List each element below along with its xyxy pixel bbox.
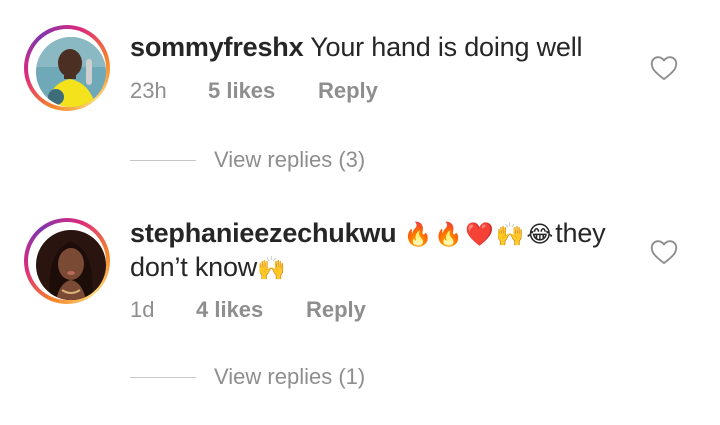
comment-emoji: 🔥🔥❤️🙌😂 — [403, 221, 556, 247]
divider-line — [130, 159, 196, 161]
comment-item: stephanieezechukwu 🔥🔥❤️🙌😂they don’t know… — [0, 205, 720, 425]
avatar-image — [36, 37, 106, 107]
view-replies-button[interactable]: View replies (1) — [130, 364, 365, 390]
reply-button[interactable]: Reply — [318, 78, 378, 104]
comment-meta: 23h 5 likes Reply — [130, 78, 378, 104]
comment-timestamp: 1d — [130, 297, 155, 322]
comment-likes[interactable]: 4 likes — [196, 297, 306, 323]
comment-text-line: sommyfreshx Your hand is doing well — [130, 31, 640, 64]
reply-button[interactable]: Reply — [306, 297, 366, 323]
comment-username[interactable]: stephanieezechukwu — [130, 218, 397, 248]
comment-timestamp: 23h — [130, 78, 167, 103]
view-replies-button[interactable]: View replies (3) — [130, 147, 365, 173]
avatar-story-ring[interactable] — [24, 25, 110, 111]
comment-item: sommyfreshx Your hand is doing well 23h … — [0, 0, 720, 190]
avatar-image — [36, 230, 106, 300]
heart-icon[interactable] — [650, 55, 678, 81]
view-replies-label: View replies (3) — [214, 147, 366, 172]
comment-meta: 1d 4 likes Reply — [130, 297, 366, 323]
comment-body: Your hand is doing well — [310, 32, 583, 62]
comment-text-line: stephanieezechukwu 🔥🔥❤️🙌😂they don’t know… — [130, 217, 640, 285]
divider-line — [130, 376, 196, 378]
comment-likes[interactable]: 5 likes — [208, 78, 318, 104]
avatar[interactable] — [36, 37, 106, 107]
view-replies-label: View replies (1) — [214, 364, 366, 389]
comment-username[interactable]: sommyfreshx — [130, 32, 304, 62]
comment-emoji-trailing: 🙌 — [257, 255, 288, 281]
avatar[interactable] — [36, 230, 106, 300]
avatar-story-ring[interactable] — [24, 218, 110, 304]
heart-icon[interactable] — [650, 239, 678, 265]
